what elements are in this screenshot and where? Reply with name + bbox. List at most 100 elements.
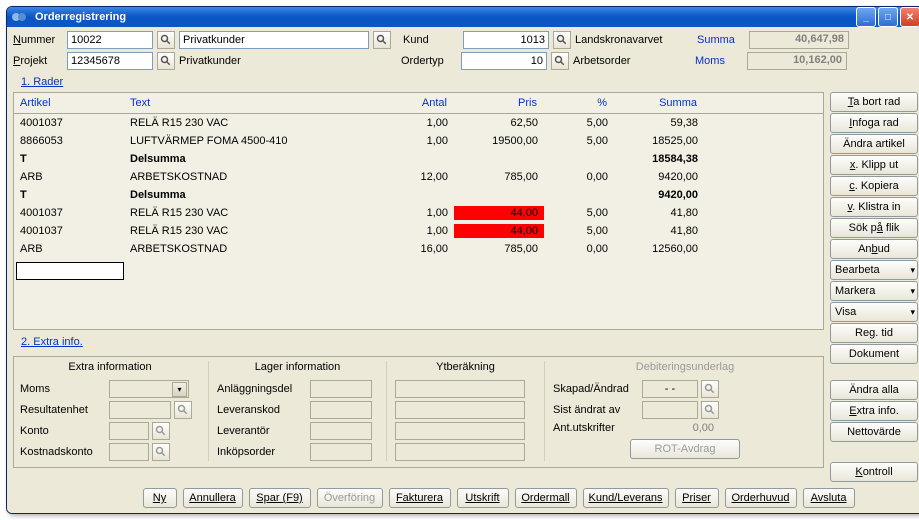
- extrainfo-button[interactable]: Extra info.: [830, 401, 918, 421]
- kundlev-button[interactable]: Kund/Leverans: [583, 488, 669, 508]
- overforing-button[interactable]: Överföring: [317, 488, 383, 508]
- yt-input-1[interactable]: [395, 380, 525, 398]
- yt-input-3[interactable]: [395, 422, 525, 440]
- infoga-button[interactable]: Infoga rad: [830, 113, 918, 133]
- nummer-text-input[interactable]: [179, 31, 369, 49]
- grid-body[interactable]: 4001037RELÄ R15 230 VAC1,0062,505,0059,3…: [14, 114, 823, 329]
- moms-combo[interactable]: ▾: [109, 380, 189, 398]
- nummer-text-lookup-button[interactable]: [373, 31, 391, 49]
- sist-label: Sist ändrat av: [553, 404, 639, 416]
- ordertyp-lookup-button[interactable]: [551, 52, 569, 70]
- fakturera-button[interactable]: Fakturera: [389, 488, 451, 508]
- projekt-input[interactable]: [67, 52, 153, 70]
- bearbeta-button[interactable]: Bearbeta: [830, 260, 918, 280]
- window-title: Orderregistrering: [31, 11, 856, 23]
- col-artikel[interactable]: Artikel: [14, 93, 124, 113]
- regtid-button[interactable]: Reg. tid: [830, 323, 918, 343]
- leverantor-label: Leverantör: [217, 425, 307, 437]
- andra-artikel-button[interactable]: Ändra artikel: [830, 134, 918, 154]
- moms-link[interactable]: Moms: [695, 55, 743, 67]
- konto-label: Konto: [20, 425, 106, 437]
- rot-avdrag-button[interactable]: ROT-Avdrag: [630, 439, 740, 459]
- table-row[interactable]: ARBARBETSKOSTNAD12,00785,000,009420,00: [14, 168, 823, 186]
- yt-input-2[interactable]: [395, 401, 525, 419]
- klistra-button[interactable]: v. Klistra in: [830, 197, 918, 217]
- table-row[interactable]: ARBARBETSKOSTNAD16,00785,000,0012560,00: [14, 240, 823, 258]
- dokument-button[interactable]: Dokument: [830, 344, 918, 364]
- footer-buttons: Ny Annullera Spar (F9) Överföring Faktur…: [13, 482, 918, 510]
- table-row[interactable]: 4001037RELÄ R15 230 VAC1,0062,505,0059,3…: [14, 114, 823, 132]
- artikel-edit-cell[interactable]: [16, 262, 124, 280]
- lager-info-head: Lager information: [217, 361, 378, 373]
- leverantor-input[interactable]: [310, 422, 372, 440]
- summa-link[interactable]: Summa: [697, 34, 745, 46]
- visa-button[interactable]: Visa: [830, 302, 918, 322]
- close-button[interactable]: ✕: [900, 7, 919, 27]
- markera-button[interactable]: Markera: [830, 281, 918, 301]
- konto-lookup[interactable]: [152, 422, 170, 440]
- table-row[interactable]: TDelsumma18584,38: [14, 150, 823, 168]
- kostnad-lookup[interactable]: [152, 443, 170, 461]
- col-antal[interactable]: Antal: [384, 93, 454, 113]
- table-row[interactable]: 4001037RELÄ R15 230 VAC1,0044,005,0041,8…: [14, 222, 823, 240]
- kostnad-input[interactable]: [109, 443, 149, 461]
- resultat-lookup[interactable]: [174, 401, 192, 419]
- tabort-button[interactable]: Ta bort rad: [830, 92, 918, 112]
- section-extra-link[interactable]: 2. Extra info.: [21, 336, 824, 348]
- skapad-lookup[interactable]: [701, 380, 719, 398]
- utskrift-button[interactable]: Utskrift: [457, 488, 509, 508]
- levkod-label: Leveranskod: [217, 404, 307, 416]
- nummer-label: Nummer: [13, 34, 63, 46]
- annullera-button[interactable]: Annullera: [183, 488, 243, 508]
- yt-input-4[interactable]: [395, 443, 525, 461]
- nummer-lookup-button[interactable]: [157, 31, 175, 49]
- maximize-button[interactable]: □: [878, 7, 898, 27]
- table-row[interactable]: 4001037RELÄ R15 230 VAC1,0044,005,0041,8…: [14, 204, 823, 222]
- spar-button[interactable]: Spar (F9): [249, 488, 311, 508]
- extra-info-head: Extra information: [20, 361, 200, 373]
- konto-input[interactable]: [109, 422, 149, 440]
- orderhuvud-button[interactable]: Orderhuvud: [725, 488, 797, 508]
- nummer-input[interactable]: [67, 31, 153, 49]
- anbud-button[interactable]: Anbud: [830, 239, 918, 259]
- col-pris[interactable]: Pris: [454, 93, 544, 113]
- col-procent[interactable]: %: [544, 93, 614, 113]
- skapad-label: Skapad/Ändrad: [553, 383, 639, 395]
- col-summa[interactable]: Summa: [614, 93, 704, 113]
- kund-input[interactable]: [463, 31, 549, 49]
- table-row[interactable]: TDelsumma9420,00: [14, 186, 823, 204]
- projekt-lookup-button[interactable]: [157, 52, 175, 70]
- sokflik-button[interactable]: Sök på flik: [830, 218, 918, 238]
- ordertyp-label: Ordertyp: [401, 55, 457, 67]
- projekt-text: Privatkunder: [179, 55, 389, 67]
- levkod-input[interactable]: [310, 401, 372, 419]
- table-row[interactable]: 8866053LUFTVÄRMEP FOMA 4500-4101,0019500…: [14, 132, 823, 150]
- titlebar: Orderregistrering _ □ ✕: [7, 7, 919, 27]
- sist-input[interactable]: [642, 401, 698, 419]
- moms-label: Moms: [20, 383, 106, 395]
- col-text[interactable]: Text: [124, 93, 384, 113]
- window-buttons: _ □ ✕: [856, 7, 919, 27]
- kontroll-button[interactable]: Kontroll: [830, 462, 918, 482]
- ny-button[interactable]: Ny: [143, 488, 177, 508]
- order-lines-grid: Artikel Text Antal Pris % Summa 4001037R…: [13, 92, 824, 330]
- section-rader-link[interactable]: 1. Rader: [21, 76, 918, 88]
- kund-lookup-button[interactable]: [553, 31, 571, 49]
- avsluta-button[interactable]: Avsluta: [803, 488, 855, 508]
- inkop-input[interactable]: [310, 443, 372, 461]
- sist-lookup[interactable]: [701, 401, 719, 419]
- side-button-column: Ta bort rad Infoga rad Ändra artikel x. …: [830, 92, 918, 482]
- ordertyp-input[interactable]: [461, 52, 547, 70]
- app-icon: [11, 9, 27, 25]
- skapad-input[interactable]: [642, 380, 698, 398]
- ordermall-button[interactable]: Ordermall: [515, 488, 577, 508]
- antut-label: Ant.utskrifter: [553, 422, 639, 434]
- resultat-input[interactable]: [109, 401, 171, 419]
- priser-button[interactable]: Priser: [675, 488, 719, 508]
- klipp-button[interactable]: x. Klipp ut: [830, 155, 918, 175]
- kopiera-button[interactable]: c. Kopiera: [830, 176, 918, 196]
- anlagg-input[interactable]: [310, 380, 372, 398]
- minimize-button[interactable]: _: [856, 7, 876, 27]
- andra-alla-button[interactable]: Ändra alla: [830, 380, 918, 400]
- nettovarde-button[interactable]: Nettovärde: [830, 422, 918, 442]
